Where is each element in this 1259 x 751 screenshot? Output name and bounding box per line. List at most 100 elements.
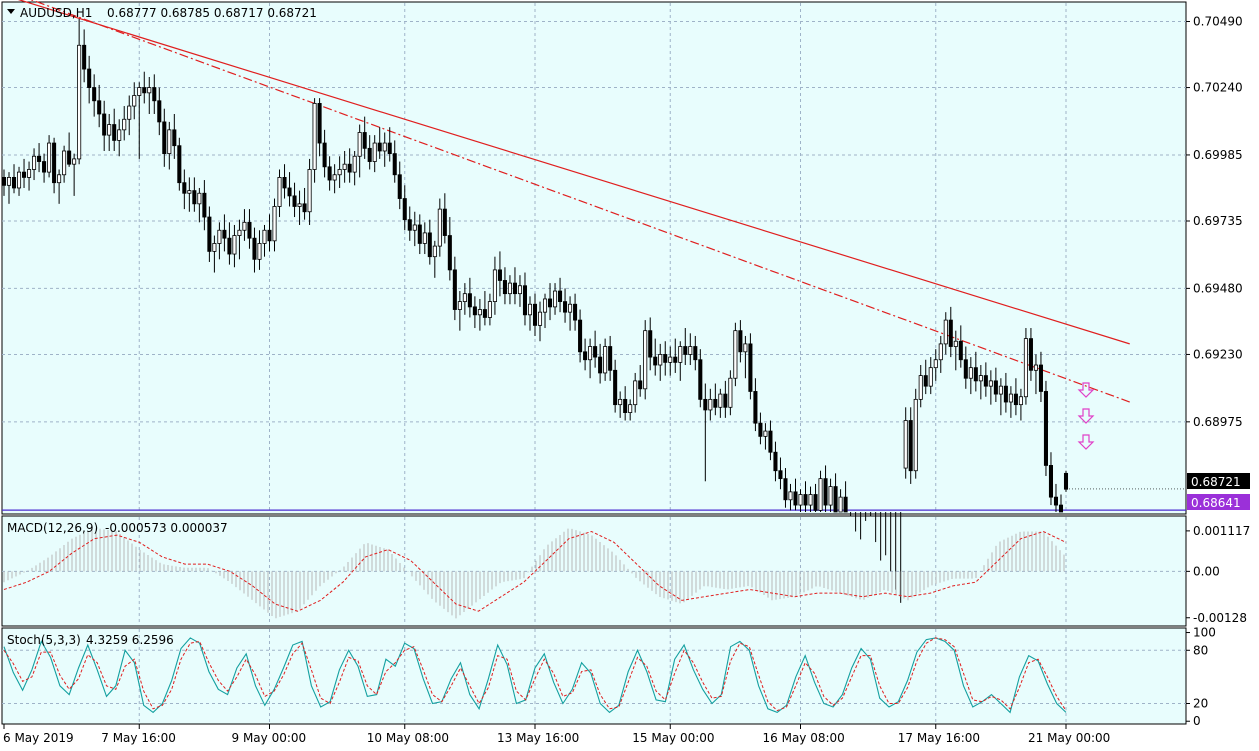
candle-body bbox=[993, 380, 998, 395]
candle-body bbox=[958, 340, 963, 361]
candle-body bbox=[963, 359, 968, 379]
candle-body bbox=[633, 380, 638, 406]
candle-body bbox=[728, 377, 733, 408]
candle-body bbox=[668, 356, 673, 363]
candle-body bbox=[683, 346, 688, 355]
candle-body bbox=[763, 430, 768, 437]
macd-values-readout: -0.000573 0.000037 bbox=[105, 521, 228, 535]
candle-body bbox=[583, 351, 588, 361]
candle-body bbox=[482, 309, 487, 318]
candle-body bbox=[748, 343, 753, 392]
time-axis-label: 13 May 16:00 bbox=[497, 731, 579, 745]
candle-body bbox=[42, 161, 47, 173]
candle-body bbox=[818, 478, 823, 511]
candle-body bbox=[1048, 465, 1053, 498]
candle-body bbox=[452, 269, 457, 310]
ohlc-readout: 0.68777 0.68785 0.68717 0.68721 bbox=[107, 6, 317, 20]
candle-body bbox=[132, 95, 137, 107]
candle-body bbox=[432, 245, 437, 258]
macd-title: MACD(12,26,9) bbox=[7, 521, 98, 535]
candle-body bbox=[938, 343, 943, 361]
candle-body bbox=[242, 221, 247, 231]
time-axis-label: 7 May 16:00 bbox=[101, 731, 176, 745]
candle-body bbox=[462, 293, 467, 303]
candle-body bbox=[598, 356, 603, 374]
candle-body bbox=[643, 330, 648, 390]
candle-body bbox=[943, 319, 948, 345]
candle-body bbox=[362, 132, 367, 149]
candle-body bbox=[1, 177, 7, 186]
candle-body bbox=[6, 177, 12, 186]
candle-body bbox=[262, 229, 267, 244]
candle-body bbox=[678, 346, 683, 363]
price-tick-label: 0.69230 bbox=[1193, 347, 1243, 361]
candle-body bbox=[948, 319, 953, 347]
candle-body bbox=[978, 375, 983, 382]
candle-body bbox=[57, 174, 62, 184]
candle-body bbox=[332, 174, 337, 181]
candle-body bbox=[292, 195, 297, 207]
candle-body bbox=[918, 375, 923, 400]
candle-body bbox=[688, 346, 693, 355]
candle-body bbox=[723, 393, 728, 408]
candle-body bbox=[913, 398, 918, 472]
candle-body bbox=[322, 142, 327, 168]
candle-body bbox=[603, 346, 608, 374]
candle-body bbox=[973, 367, 978, 382]
candle-body bbox=[97, 100, 102, 115]
candle-body bbox=[568, 303, 573, 313]
candle-body bbox=[933, 359, 938, 369]
candle-body bbox=[82, 44, 87, 70]
candle-body bbox=[698, 359, 703, 400]
candle-body bbox=[352, 155, 357, 173]
candle-body bbox=[267, 229, 272, 242]
candle-body bbox=[337, 169, 342, 176]
candle-body bbox=[813, 494, 818, 511]
current-price-tag: 0.68721 bbox=[1191, 475, 1241, 489]
candle-body bbox=[447, 235, 452, 271]
time-axis-label: 21 May 00:00 bbox=[1028, 731, 1110, 745]
candle-body bbox=[773, 451, 778, 472]
candle-body bbox=[367, 147, 372, 162]
candle-body bbox=[968, 367, 973, 379]
candle-body bbox=[768, 430, 773, 453]
candle-body bbox=[517, 285, 522, 295]
candle-body bbox=[828, 486, 833, 506]
candle-body bbox=[648, 330, 653, 358]
candle-body bbox=[207, 216, 212, 252]
candle-body bbox=[47, 142, 52, 173]
candle-body bbox=[608, 346, 613, 371]
candle-body bbox=[718, 393, 723, 408]
time-axis-label: 17 May 16:00 bbox=[898, 731, 980, 745]
candle-body bbox=[1063, 472, 1069, 490]
candle-body bbox=[307, 169, 312, 213]
candle-body bbox=[222, 229, 227, 239]
candle-body bbox=[1058, 504, 1064, 513]
candle-body bbox=[532, 303, 538, 326]
candle-body bbox=[422, 232, 427, 244]
candle-body bbox=[197, 192, 202, 205]
candle-body bbox=[157, 100, 162, 123]
candle-body bbox=[152, 87, 157, 102]
stoch-values-readout: 4.3259 6.2596 bbox=[86, 633, 174, 647]
candle-body bbox=[252, 237, 257, 260]
candle-body bbox=[67, 150, 72, 165]
candle-body bbox=[653, 356, 658, 366]
candle-body bbox=[923, 375, 928, 387]
candle-body bbox=[502, 280, 507, 295]
candle-body bbox=[758, 422, 763, 437]
candle-body bbox=[102, 113, 107, 136]
candle-body bbox=[1008, 393, 1013, 403]
candle-body bbox=[402, 198, 407, 221]
candle-body bbox=[1003, 385, 1008, 403]
candle-body bbox=[317, 103, 322, 144]
candle-body bbox=[32, 155, 37, 170]
candle-body bbox=[117, 129, 122, 141]
candle-body bbox=[527, 303, 533, 316]
candle-body bbox=[192, 190, 197, 205]
price-tick-label: 0.70240 bbox=[1193, 81, 1243, 95]
candle-body bbox=[232, 235, 237, 255]
candle-body bbox=[382, 142, 387, 152]
candle-body bbox=[497, 269, 502, 281]
candle-body bbox=[613, 369, 618, 406]
